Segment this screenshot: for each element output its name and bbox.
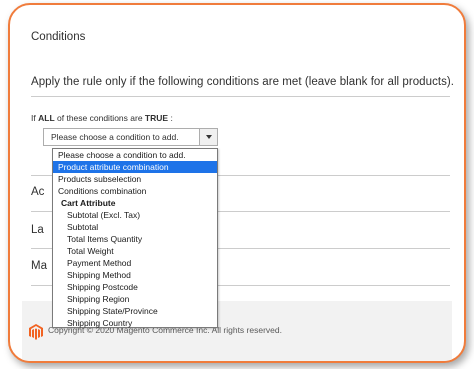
dropdown-option[interactable]: Total Items Quantity: [53, 233, 217, 245]
magento-logo-icon: [29, 324, 43, 340]
dropdown-option[interactable]: Product attribute combination: [53, 161, 217, 173]
condition-select[interactable]: Please choose a condition to add.: [43, 128, 218, 146]
dropdown-option[interactable]: Shipping State/Province: [53, 305, 217, 317]
dropdown-option[interactable]: Shipping Region: [53, 293, 217, 305]
collapsed-section-labels[interactable]: La: [31, 224, 44, 236]
collapsed-section-manage[interactable]: Ma: [31, 260, 47, 272]
condition-select-value: Please choose a condition to add.: [51, 132, 179, 142]
if-label: If: [31, 113, 36, 123]
rule-heading: Apply the rule only if the following con…: [31, 76, 455, 88]
collapsed-section-actions[interactable]: Ac: [31, 186, 44, 198]
dropdown-option[interactable]: Conditions combination: [53, 185, 217, 197]
divider: [31, 96, 450, 97]
dropdown-option[interactable]: Total Weight: [53, 245, 217, 257]
option-group-label: Cart Attribute: [61, 198, 116, 208]
dropdown-option[interactable]: Payment Method: [53, 257, 217, 269]
colon-label: :: [170, 113, 173, 123]
aggregator-toggle[interactable]: ALL: [38, 113, 55, 123]
dropdown-option[interactable]: Products subselection: [53, 173, 217, 185]
dropdown-option[interactable]: Shipping Postcode: [53, 281, 217, 293]
dropdown-option[interactable]: Subtotal (Excl. Tax): [53, 209, 217, 221]
dropdown-option[interactable]: Shipping Method: [53, 269, 217, 281]
screenshot-frame: Conditions Apply the rule only if the fo…: [8, 3, 466, 363]
dropdown-option[interactable]: Subtotal: [53, 221, 217, 233]
of-these-label: of these conditions are: [57, 113, 143, 123]
condition-dropdown-list[interactable]: Please choose a condition to add. Product…: [52, 148, 218, 328]
dropdown-option[interactable]: Please choose a condition to add.: [53, 149, 217, 161]
chevron-down-icon[interactable]: [199, 129, 217, 145]
value-toggle[interactable]: TRUE: [145, 113, 168, 123]
conditions-section-title[interactable]: Conditions: [31, 31, 85, 43]
dropdown-option[interactable]: Shipping Country: [53, 317, 217, 329]
condition-sentence: If ALL of these conditions are TRUE :: [31, 113, 173, 123]
